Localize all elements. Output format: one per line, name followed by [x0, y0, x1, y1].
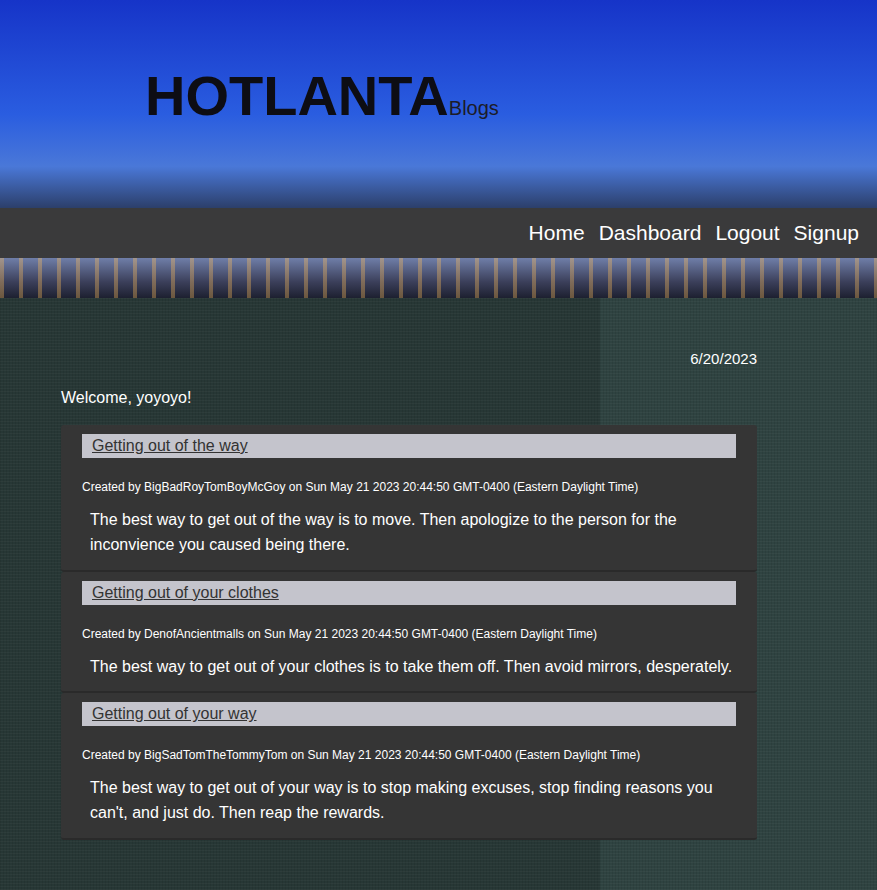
post-body: The best way to get out of your way is t…	[90, 776, 736, 826]
nav-bar: Home Dashboard Logout Signup	[0, 208, 877, 258]
post-title[interactable]: Getting out of the way	[82, 434, 736, 458]
post-body: The best way to get out of your clothes …	[90, 655, 736, 680]
date: 6/20/2023	[61, 298, 757, 367]
post-meta: Created by BigSadTomTheTommyTom on Sun M…	[82, 748, 736, 762]
content: 6/20/2023 Welcome, yoyoyo! Getting out of …	[61, 298, 757, 840]
nav-link[interactable]: Signup	[794, 221, 859, 245]
subtitle: Blogs	[449, 97, 499, 120]
page: HOTLANTABlogs Home Dashboard Logout Signup 6/…	[0, 0, 877, 890]
post-title[interactable]: Getting out of your clothes	[82, 581, 736, 605]
post-meta: Created by BigBadRoyTomBoyMcGoy on Sun M…	[82, 480, 736, 494]
post-body: The best way to get out of the way is to…	[90, 508, 736, 558]
welcome-message: Welcome, yoyoyo!	[61, 389, 757, 407]
nav-link[interactable]: Home	[529, 221, 585, 245]
title: HOTLANTA	[145, 68, 449, 124]
nav-link[interactable]: Dashboard	[599, 221, 702, 245]
post-meta: Created by DenofAncientmalls on Sun May …	[82, 627, 736, 641]
skyline-image	[0, 258, 877, 298]
post-card: Getting out of your clothes Created by De…	[61, 572, 757, 694]
site-title: HOTLANTABlogs	[145, 68, 499, 124]
post-card: Getting out of your way Created by BigSad…	[61, 693, 757, 840]
header-banner: HOTLANTABlogs	[0, 0, 877, 208]
post-title[interactable]: Getting out of your way	[82, 702, 736, 726]
nav-link[interactable]: Logout	[715, 221, 779, 245]
post-card: Getting out of the way Created by BigBadR…	[61, 425, 757, 572]
